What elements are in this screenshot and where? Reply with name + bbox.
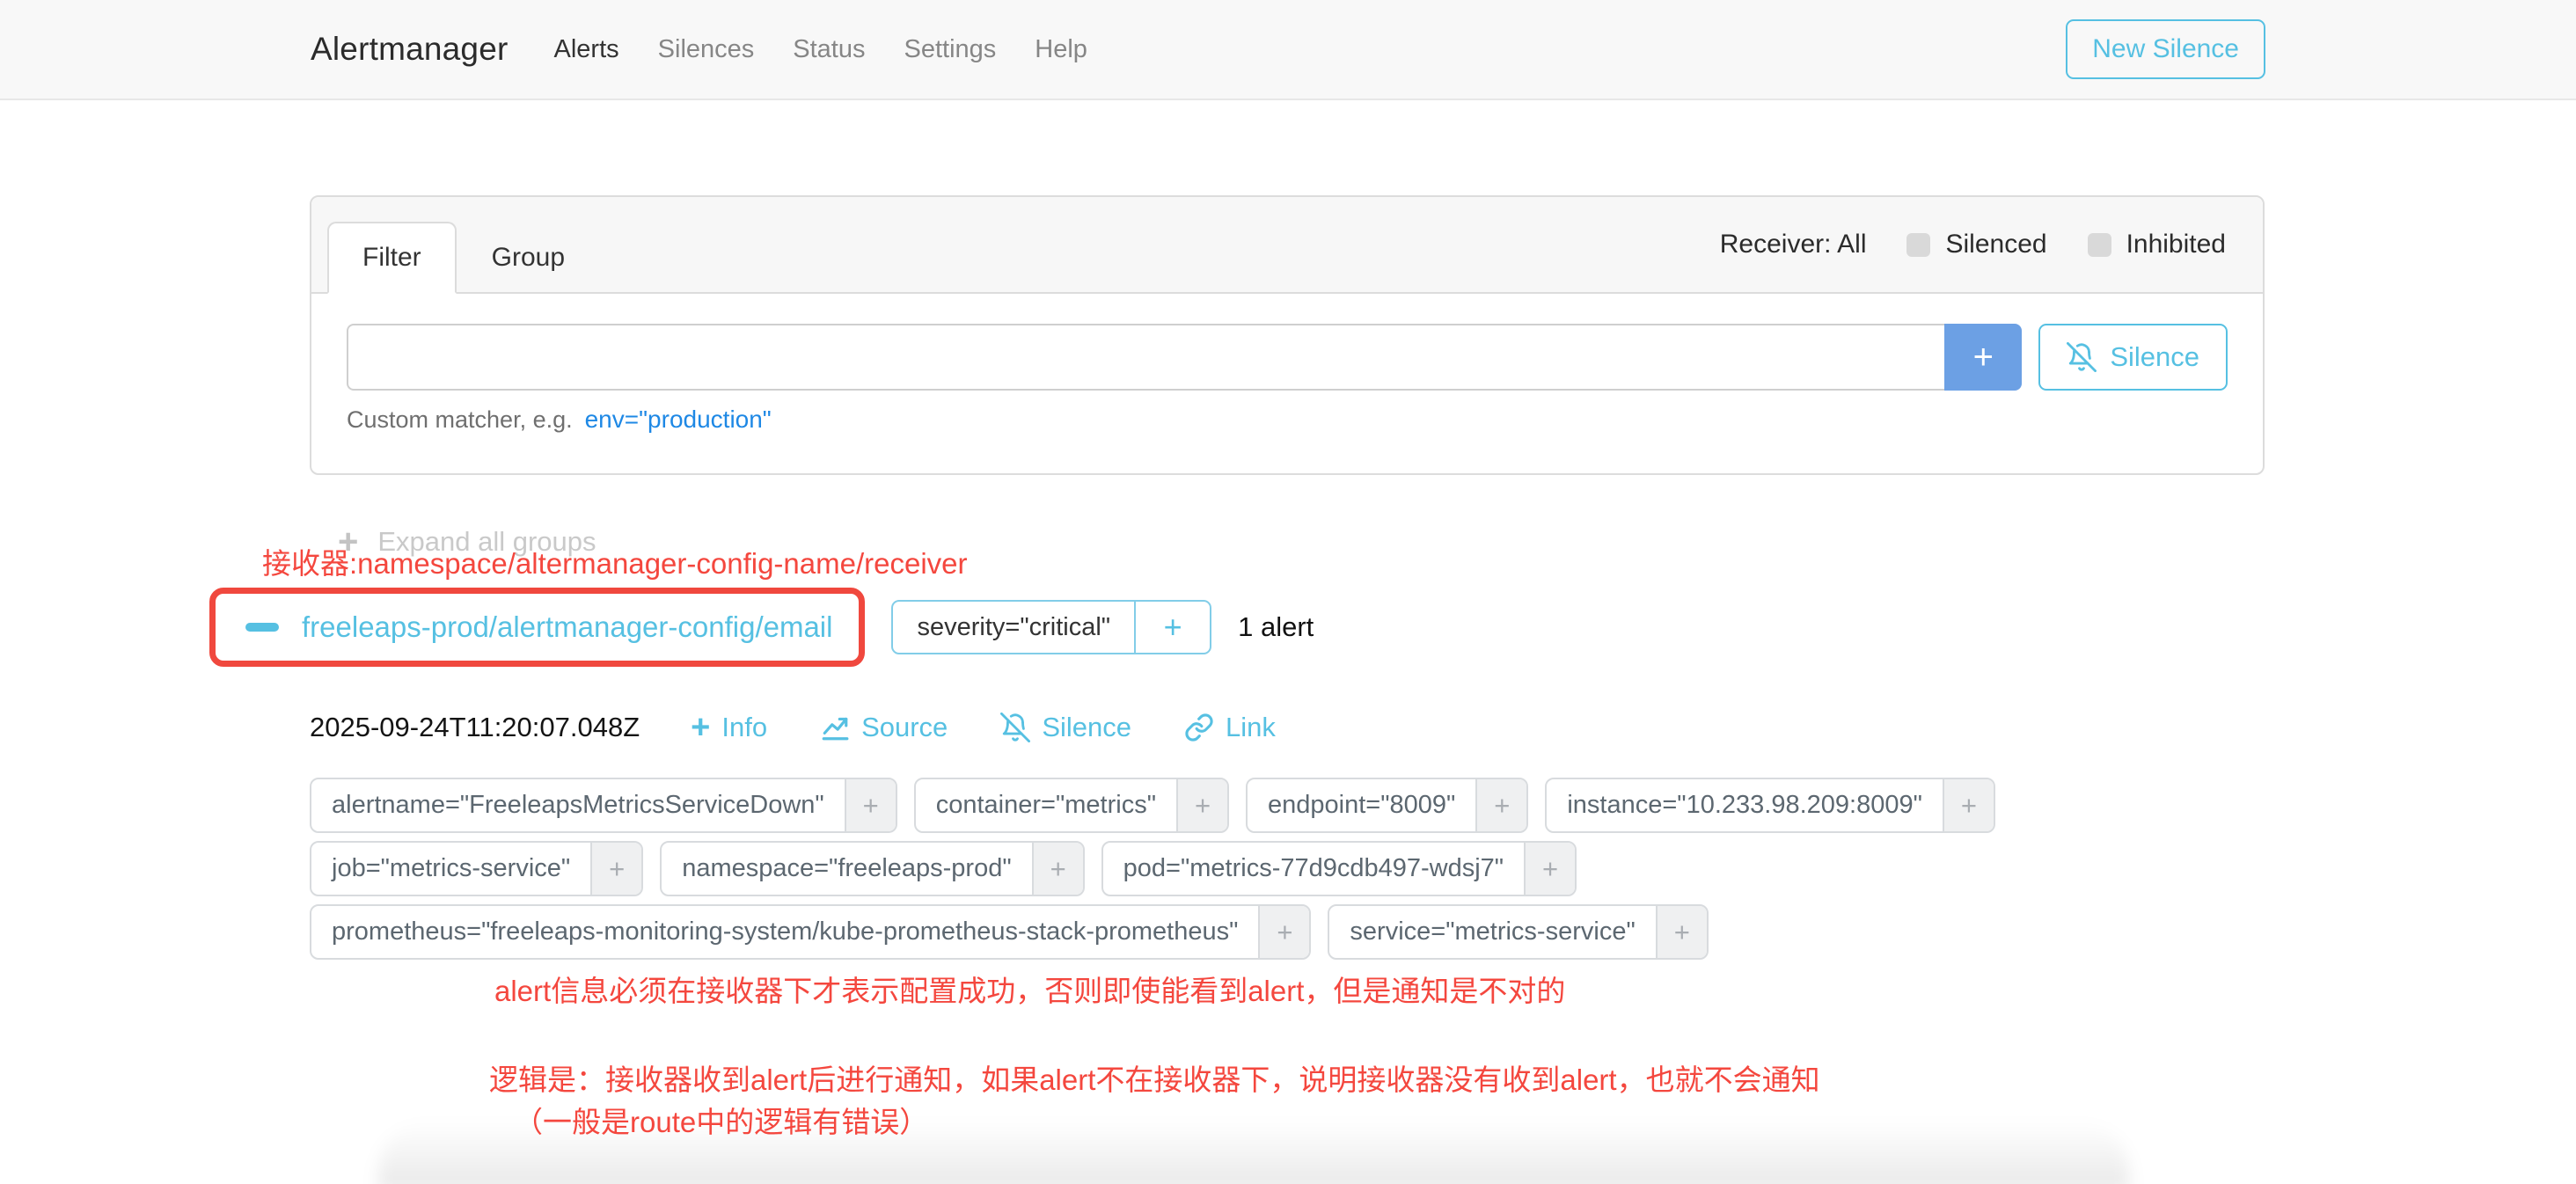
info-action-label: Info bbox=[721, 712, 767, 743]
bell-slash-icon bbox=[1000, 713, 1030, 742]
alertmanager-page: Alertmanager Alerts Silences Status Setting… bbox=[0, 0, 2576, 1184]
annotation-logic-note: 逻辑是：接收器收到alert后进行通知，如果alert不在接收器下，说明接收器没… bbox=[489, 1059, 1820, 1144]
alert-count: 1 alert bbox=[1238, 611, 1314, 643]
alert-label-tag: instance="10.233.98.209:8009"+ bbox=[1545, 778, 1995, 833]
filter-card-body: + Silence Custom m bbox=[311, 294, 2263, 434]
alert-label-text: container="metrics" bbox=[916, 779, 1176, 831]
alert-label-tag: pod="metrics-77d9cdb497-wdsj7"+ bbox=[1101, 841, 1577, 896]
tab-filter[interactable]: Filter bbox=[327, 222, 457, 294]
group-matcher-label: severity="critical" bbox=[893, 602, 1134, 653]
label-row: job="metrics-service"+namespace="freelea… bbox=[310, 841, 1995, 896]
link-action-label: Link bbox=[1226, 712, 1276, 743]
add-label-filter-button[interactable]: + bbox=[1032, 843, 1083, 895]
alert-actions: + Info Source Silence Link bbox=[691, 711, 1276, 744]
nav-item-silences[interactable]: Silences bbox=[658, 35, 755, 64]
alert-label-tag: container="metrics"+ bbox=[914, 778, 1229, 833]
add-label-filter-button[interactable]: + bbox=[1656, 906, 1707, 958]
annotation-logic-line1: 逻辑是：接收器收到alert后进行通知，如果alert不在接收器下，说明接收器没… bbox=[489, 1059, 1820, 1101]
nav-item-status[interactable]: Status bbox=[793, 35, 865, 64]
group-receiver-link[interactable]: freeleaps-prod/alertmanager-config/email bbox=[302, 610, 832, 644]
alert-label-text: service="metrics-service" bbox=[1329, 906, 1655, 958]
annotation-receiver-note: 接收器:namespace/altermanager-config-name/r… bbox=[262, 540, 968, 582]
alert-label-tag: endpoint="8009"+ bbox=[1246, 778, 1528, 833]
add-label-filter-button[interactable]: + bbox=[590, 843, 641, 895]
collapse-minus-icon bbox=[245, 623, 279, 632]
chart-icon bbox=[820, 713, 850, 742]
hint-example-link[interactable]: env="production" bbox=[585, 406, 772, 434]
add-matcher-button[interactable]: + bbox=[1944, 324, 2022, 391]
matcher-row: + Silence bbox=[347, 324, 2228, 391]
checkbox-group-inhibited: Inhibited bbox=[2088, 230, 2226, 259]
alert-timestamp: 2025-09-24T11:20:07.048Z bbox=[310, 712, 640, 743]
checkbox-group-silenced: Silenced bbox=[1906, 230, 2046, 259]
source-action-label: Source bbox=[861, 712, 948, 743]
silence-action-button[interactable]: Silence bbox=[1000, 711, 1131, 744]
filter-card-header: FilterGroup Receiver: All Silenced Inhibi… bbox=[311, 197, 2263, 294]
label-row: prometheus="freeleaps-monitoring-system/… bbox=[310, 904, 1995, 960]
alert-group-row: freeleaps-prod/alertmanager-config/email… bbox=[209, 588, 1314, 667]
info-action-button[interactable]: + Info bbox=[691, 711, 767, 744]
link-icon bbox=[1184, 713, 1214, 742]
add-group-filter-button[interactable]: + bbox=[1134, 602, 1210, 653]
nav-item-settings[interactable]: Settings bbox=[904, 35, 997, 64]
matcher-input-group: + bbox=[347, 324, 2022, 391]
tab-group[interactable]: Group bbox=[457, 222, 600, 294]
filter-checkboxes: Silenced Inhibited bbox=[1906, 230, 2226, 259]
plus-icon: + bbox=[691, 711, 710, 744]
bell-slash-icon bbox=[2067, 342, 2097, 372]
silenced-checkbox[interactable] bbox=[1906, 233, 1930, 257]
hint-text: Custom matcher, e.g. bbox=[347, 406, 573, 434]
add-label-filter-button[interactable]: + bbox=[845, 779, 896, 831]
add-label-filter-button[interactable]: + bbox=[1258, 906, 1309, 958]
inhibited-checkbox[interactable] bbox=[2088, 233, 2111, 257]
silence-filter-label: Silence bbox=[2110, 341, 2199, 373]
alert-label-tag: job="metrics-service"+ bbox=[310, 841, 643, 896]
app-brand[interactable]: Alertmanager bbox=[311, 31, 509, 68]
filter-tabs: FilterGroup bbox=[327, 222, 600, 294]
inhibited-checkbox-label: Inhibited bbox=[2126, 230, 2226, 259]
link-action-button[interactable]: Link bbox=[1184, 711, 1276, 744]
annotation-logic-line2: （一般是route中的逻辑有错误） bbox=[489, 1101, 1820, 1144]
add-label-filter-button[interactable]: + bbox=[1943, 779, 1994, 831]
alert-label-tag: namespace="freeleaps-prod"+ bbox=[660, 841, 1084, 896]
alert-label-tag: alertname="FreeleapsMetricsServiceDown"+ bbox=[310, 778, 897, 833]
silenced-checkbox-label: Silenced bbox=[1945, 230, 2046, 259]
nav-item-alerts[interactable]: Alerts bbox=[554, 35, 619, 64]
alert-label-tag: service="metrics-service"+ bbox=[1328, 904, 1708, 960]
add-label-filter-button[interactable]: + bbox=[1475, 779, 1526, 831]
alert-label-text: instance="10.233.98.209:8009" bbox=[1547, 779, 1943, 831]
silence-filter-button[interactable]: Silence bbox=[2038, 324, 2228, 391]
matcher-hint: Custom matcher, e.g. env="production" bbox=[347, 406, 2228, 434]
top-navbar: Alertmanager Alerts Silences Status Setting… bbox=[0, 0, 2576, 100]
alert-labels: alertname="FreeleapsMetricsServiceDown"+… bbox=[310, 778, 1995, 960]
new-silence-button[interactable]: New Silence bbox=[2066, 19, 2265, 79]
matcher-input[interactable] bbox=[347, 324, 1944, 391]
group-matcher-tag: severity="critical" + bbox=[891, 600, 1211, 654]
receiver-dropdown[interactable]: Receiver: All bbox=[1720, 230, 1867, 259]
label-row: alertname="FreeleapsMetricsServiceDown"+… bbox=[310, 778, 1995, 833]
filter-card: FilterGroup Receiver: All Silenced Inhibi… bbox=[310, 195, 2265, 475]
navbar-inner: Alertmanager Alerts Silences Status Setting… bbox=[311, 0, 2265, 99]
alert-label-text: alertname="FreeleapsMetricsServiceDown" bbox=[311, 779, 845, 831]
source-action-button[interactable]: Source bbox=[820, 711, 948, 744]
alert-label-text: pod="metrics-77d9cdb497-wdsj7" bbox=[1103, 843, 1524, 895]
alert-label-text: namespace="freeleaps-prod" bbox=[662, 843, 1031, 895]
nav-item-help[interactable]: Help bbox=[1035, 35, 1087, 64]
alert-header-row: 2025-09-24T11:20:07.048Z + Info Source Sile… bbox=[310, 711, 1276, 744]
alert-label-tag: prometheus="freeleaps-monitoring-system/… bbox=[310, 904, 1311, 960]
silence-action-label: Silence bbox=[1042, 712, 1131, 743]
annotation-alert-note: alert信息必须在接收器下才表示配置成功，否则即使能看到alert，但是通知是… bbox=[494, 968, 1565, 1010]
filter-header-controls: Receiver: All Silenced Inhibited bbox=[1720, 230, 2226, 259]
add-label-filter-button[interactable]: + bbox=[1524, 843, 1575, 895]
annotation-highlight-box: freeleaps-prod/alertmanager-config/email bbox=[209, 588, 865, 667]
alert-label-text: endpoint="8009" bbox=[1248, 779, 1475, 831]
alert-label-text: job="metrics-service" bbox=[311, 843, 590, 895]
alert-label-text: prometheus="freeleaps-monitoring-system/… bbox=[311, 906, 1258, 958]
add-label-filter-button[interactable]: + bbox=[1176, 779, 1227, 831]
nav-menu: Alerts Silences Status Settings Help bbox=[554, 35, 1087, 64]
